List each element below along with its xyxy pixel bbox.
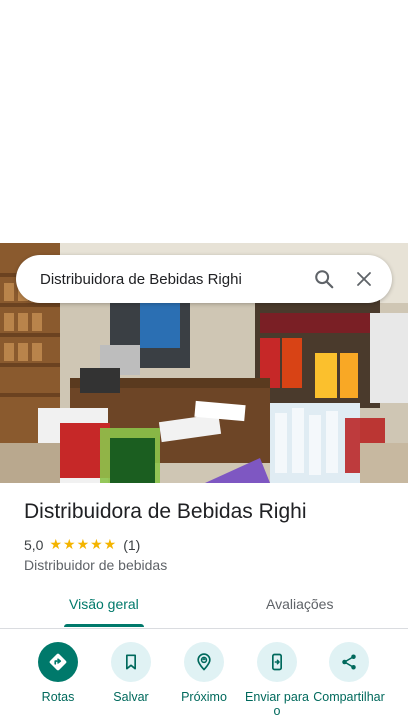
rating-stars: ★★★★★ (49, 536, 118, 552)
nearby-label: Próximo (181, 690, 227, 704)
save-label: Salvar (113, 690, 149, 704)
place-title: Distribuidora de Bebidas Righi (24, 500, 307, 523)
rating-value: 5,0 (24, 536, 44, 553)
place-details-page: Distribuidora de Bebidas Righi Distribui… (0, 0, 408, 726)
rating-row[interactable]: 5,0 ★★★★★ (1) (24, 536, 140, 553)
tab-bar: Visão geral Avaliações (0, 590, 408, 629)
directions-label: Rotas (41, 690, 75, 704)
review-count: (1) (123, 536, 141, 553)
action-bar: Rotas Salvar Próximo Enviar para o Compa… (0, 642, 408, 726)
directions-button[interactable]: Rotas (22, 642, 94, 704)
place-category[interactable]: Distribuidor de bebidas (24, 557, 167, 573)
search-icon[interactable] (304, 259, 344, 299)
share-icon[interactable] (329, 642, 369, 682)
nearby-button[interactable]: Próximo (168, 642, 240, 704)
tab-overview[interactable]: Visão geral (69, 596, 139, 612)
share-label: Compartilhar (313, 690, 385, 704)
send-to-phone-icon[interactable] (257, 642, 297, 682)
search-input[interactable]: Distribuidora de Bebidas Righi (16, 271, 304, 288)
send-to-phone-label: Enviar para o (245, 690, 309, 718)
send-to-phone-button[interactable]: Enviar para o (241, 642, 313, 718)
tab-reviews[interactable]: Avaliações (266, 596, 333, 612)
active-tab-indicator (64, 624, 144, 627)
search-bar[interactable]: Distribuidora de Bebidas Righi (16, 255, 392, 303)
bookmark-icon[interactable] (111, 642, 151, 682)
close-icon[interactable] (344, 259, 384, 299)
save-button[interactable]: Salvar (95, 642, 167, 704)
nearby-icon[interactable] (184, 642, 224, 682)
directions-icon[interactable] (38, 642, 78, 682)
share-button[interactable]: Compartilhar (313, 642, 385, 704)
